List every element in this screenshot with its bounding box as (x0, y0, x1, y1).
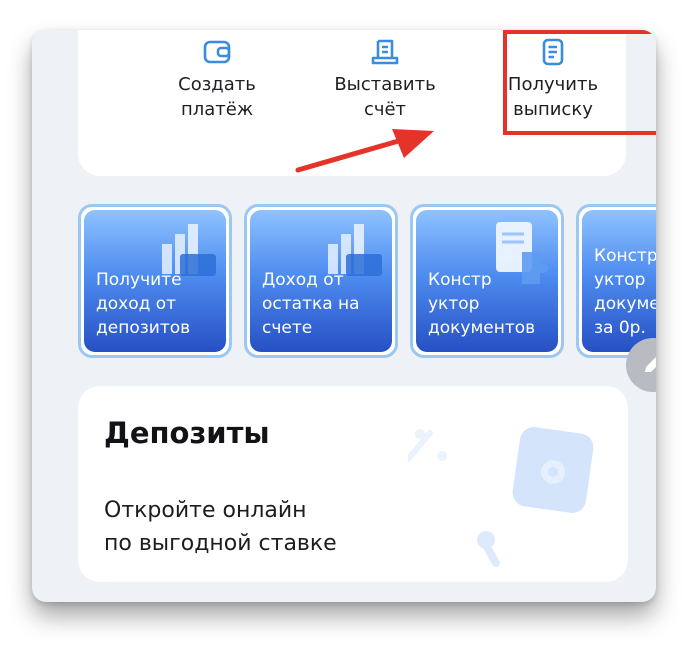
annotation-highlight-box (503, 30, 656, 135)
promo-text: Констр уктор докуме за 0р. (594, 246, 656, 338)
issue-invoice-label: Выставить счёт (334, 74, 436, 120)
promo-card-document-builder[interactable]: Констр уктор документов (410, 204, 564, 358)
create-payment-button[interactable]: Создать платёж (137, 40, 297, 122)
promo-card-deposit-income[interactable]: Получите доход от депозитов (78, 204, 232, 358)
promo-text: Получите доход от депозитов (96, 270, 191, 338)
invoice-icon (371, 39, 399, 65)
promo-card-document-builder-free[interactable]: Констр уктор докуме за 0р. (576, 204, 656, 358)
pencil-icon (645, 357, 656, 372)
quick-actions-card: Создать платёж Выставить счёт Получить в… (78, 30, 656, 176)
deposits-title: Депозиты (104, 416, 270, 450)
app-screen: Создать платёж Выставить счёт Получить в… (32, 30, 656, 602)
create-payment-label: Создать платёж (178, 74, 256, 120)
wallet-icon (203, 40, 231, 64)
promo-text: Констр уктор документов (428, 270, 536, 338)
promo-card-balance-income[interactable]: Доход от остатка на счете (244, 204, 398, 358)
promo-text: Доход от остатка на счете (262, 270, 360, 338)
deposits-description: Откройте онлайн по выгодной ставке (104, 498, 337, 556)
deposits-card[interactable]: Депозиты Откройте онлайн по выгодной ста… (78, 386, 628, 582)
safe-illustration-icon (408, 427, 594, 567)
issue-invoice-button[interactable]: Выставить счёт (305, 39, 465, 122)
